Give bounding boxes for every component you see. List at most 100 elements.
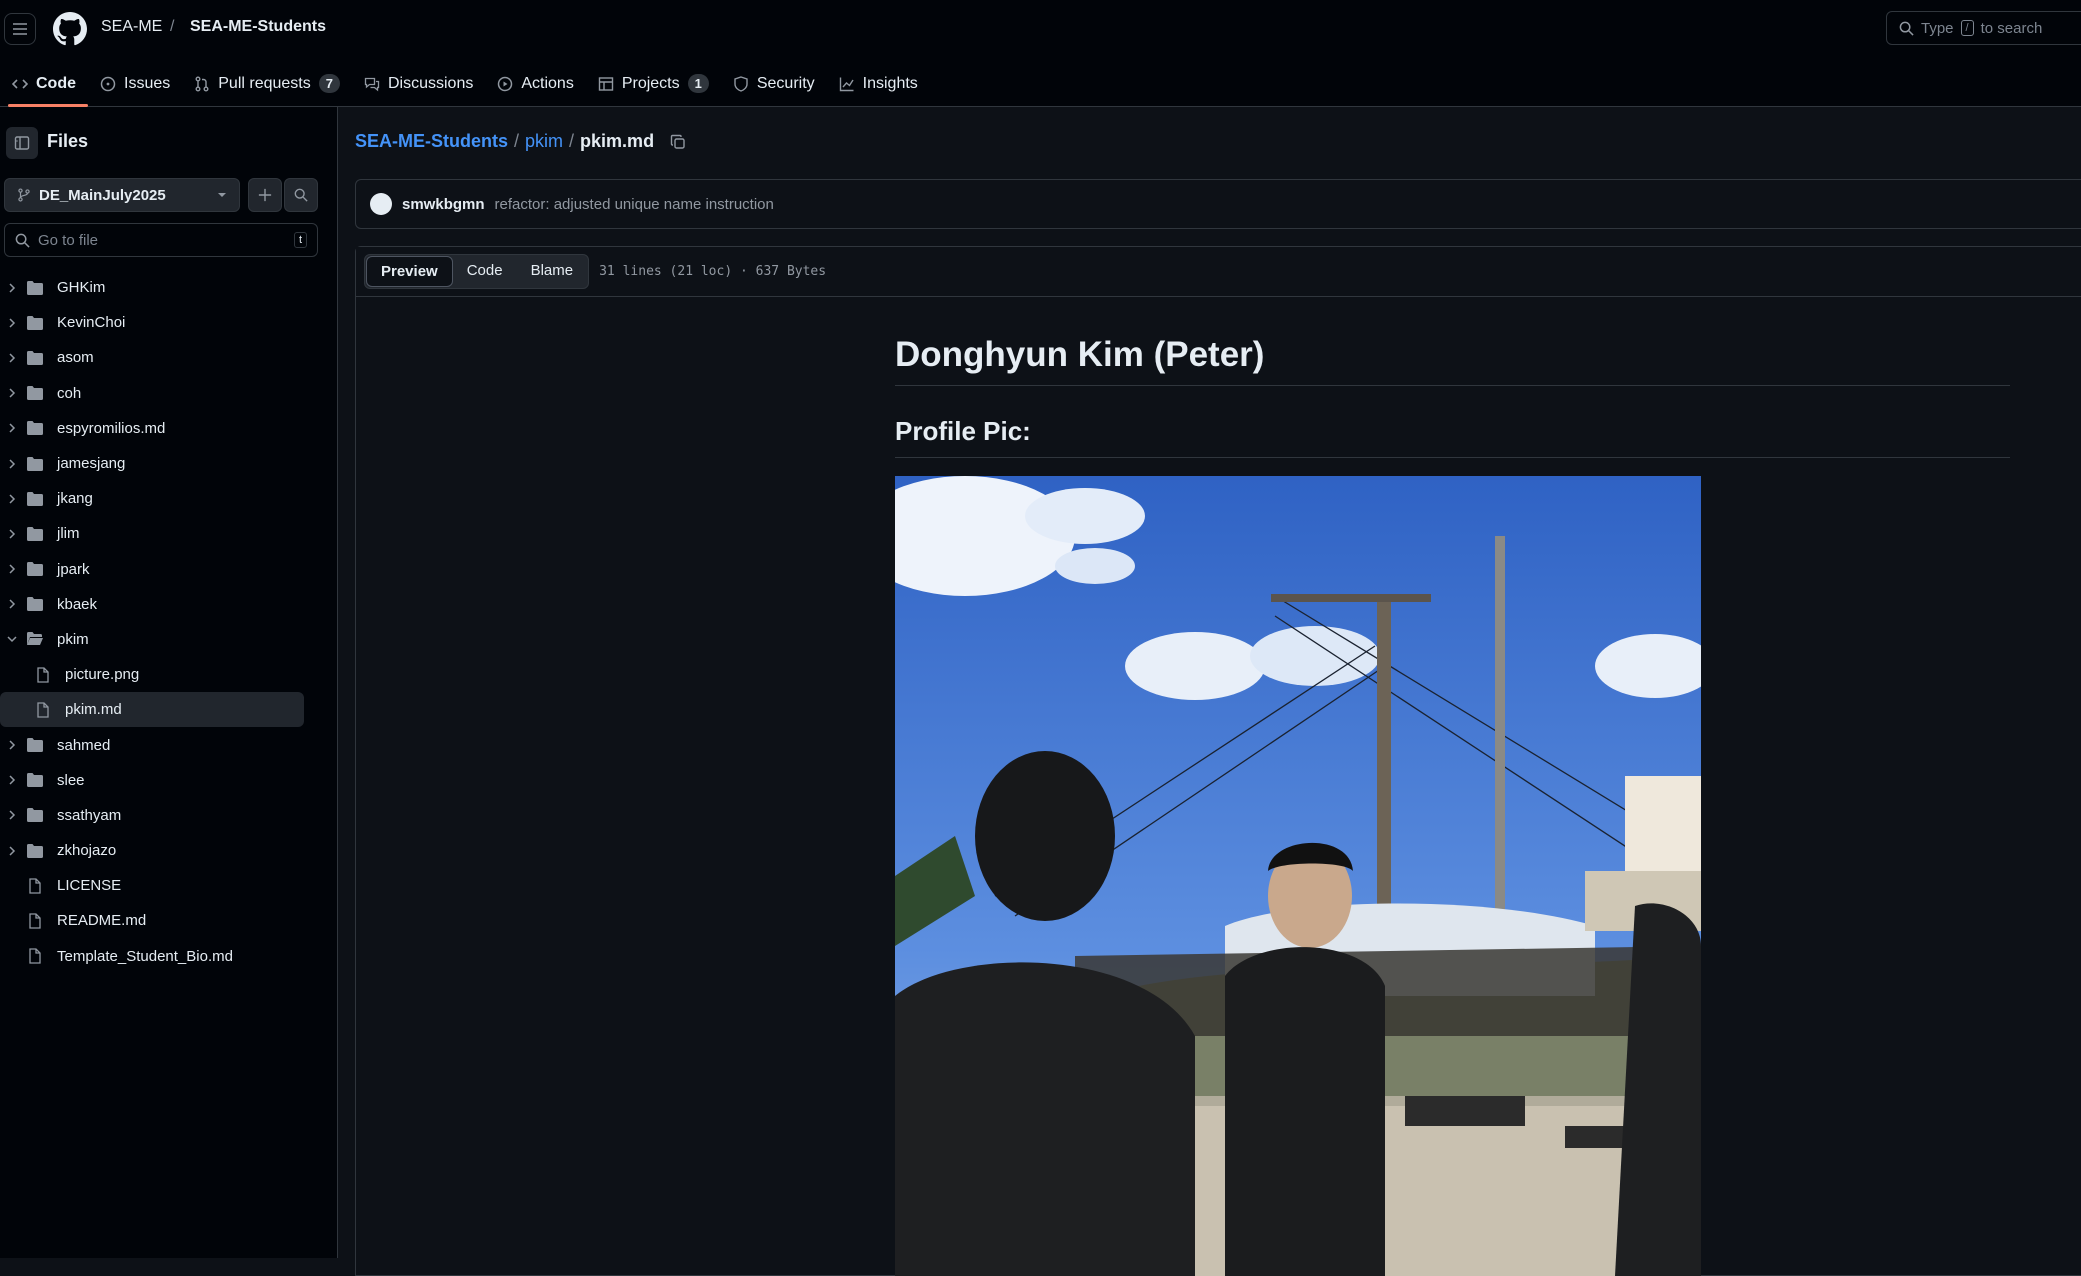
tree-item-kbaek[interactable]: kbaek [0,587,320,622]
code-icon [12,76,28,92]
commit-author[interactable]: smwkbgmn [402,196,485,213]
folder-icon [24,737,46,753]
repo-link[interactable]: SEA-ME-Students [190,18,326,36]
path-dir-link[interactable]: pkim [525,131,563,152]
tab-issues[interactable]: Issues [88,60,182,107]
tree-item-label: jlim [57,525,80,543]
chevron-right-icon[interactable] [0,387,24,399]
tree-item-pkim[interactable]: pkim [0,622,320,657]
tree-item-jlim[interactable]: jlim [0,516,320,551]
tree-item-coh[interactable]: coh [0,376,320,411]
tree-item-label: zkhojazo [57,842,117,860]
tree-item-kevinchoi[interactable]: KevinChoi [0,305,320,340]
tree-item-sahmed[interactable]: sahmed [0,727,320,762]
profile-picture-image [895,476,1701,1276]
go-to-file-input[interactable]: Go to file t [4,223,318,257]
search-shortcut-key: / [1960,20,1974,36]
chevron-right-icon[interactable] [0,739,24,751]
chevron-down-icon[interactable] [0,633,24,645]
file-tree: GHKim KevinChoi asom coh espyromilios.md jame… [0,270,320,974]
tree-item-jpark[interactable]: jpark [0,552,320,587]
file-icon [24,913,46,929]
chevron-right-icon[interactable] [0,563,24,575]
tree-item-label: pkim [57,630,89,648]
file-meta: 31 lines (21 loc) · 637 Bytes [599,264,827,279]
github-logo-icon[interactable] [53,12,87,46]
issue-icon [100,76,116,92]
chevron-right-icon[interactable] [0,528,24,540]
chevron-right-icon[interactable] [0,493,24,505]
tree-item-label: jkang [57,490,93,508]
tree-item-jamesjang[interactable]: jamesjang [0,446,320,481]
search-files-button[interactable] [284,178,318,212]
pull-request-icon [194,76,210,92]
tree-item-label: coh [57,384,82,402]
search-icon [1899,21,1914,36]
tab-security[interactable]: Security [721,60,827,107]
tree-item-ssathyam[interactable]: ssathyam [0,798,320,833]
owner-link[interactable]: SEA-ME [101,18,162,36]
chevron-right-icon[interactable] [0,282,24,294]
tab-actions[interactable]: Actions [485,60,585,107]
shield-icon [733,75,749,92]
tab-projects[interactable]: Projects 1 [586,60,721,107]
chevron-right-icon[interactable] [0,809,24,821]
tab-code[interactable]: Code [0,60,88,107]
folder-icon [24,772,46,788]
add-file-button[interactable] [248,178,282,212]
tree-item-ghkim[interactable]: GHKim [0,270,320,305]
chevron-right-icon[interactable] [0,422,24,434]
sidebar-collapse-icon[interactable] [6,127,38,159]
branch-selector[interactable]: DE_MainJuly2025 [4,178,240,212]
file-icon [32,667,54,683]
tree-item-readme-md[interactable]: README.md [0,903,320,938]
code-button[interactable]: Code [453,256,517,287]
tree-item-template-student-bio-md[interactable]: Template_Student_Bio.md [0,939,320,974]
folder-icon [24,561,46,577]
chevron-right-icon[interactable] [0,774,24,786]
chevron-right-icon[interactable] [0,458,24,470]
tab-label: Discussions [387,74,474,92]
tree-item-license[interactable]: LICENSE [0,868,320,903]
files-title: Files [47,131,89,151]
chevron-right-icon[interactable] [0,845,24,857]
plus-icon [258,188,272,202]
path-separator: / [514,131,520,151]
tree-item-label: KevinChoi [57,314,126,332]
path-repo-link[interactable]: SEA-ME-Students [355,131,508,152]
folder-icon [24,280,46,296]
tree-item-picture-png[interactable]: picture.png [0,657,320,692]
folder-icon [24,491,46,507]
tree-item-label: README.md [57,912,147,930]
viewer-toolbar: Preview Code Blame 31 lines (21 loc) · 6… [356,247,2081,297]
tab-pull-requests[interactable]: Pull requests 7 [182,60,352,107]
tree-item-espyromilios-md[interactable]: espyromilios.md [0,411,320,446]
tab-discussions[interactable]: Discussions [352,60,485,107]
tab-insights[interactable]: Insights [827,60,930,107]
tree-item-jkang[interactable]: jkang [0,481,320,516]
markdown-body: Donghyun Kim (Peter) Profile Pic: [895,327,2010,1276]
branch-icon [17,188,31,202]
tree-item-slee[interactable]: slee [0,763,320,798]
tree-item-label: jpark [57,560,90,578]
copy-path-icon[interactable] [670,134,686,150]
tree-item-asom[interactable]: asom [0,340,320,375]
folder-icon [24,456,46,472]
folder-icon [24,526,46,542]
blame-button[interactable]: Blame [517,256,588,287]
preview-button[interactable]: Preview [366,256,453,287]
chevron-right-icon[interactable] [0,598,24,610]
search-prefix: Type [1921,19,1954,37]
chevron-right-icon[interactable] [0,317,24,329]
tree-item-zkhojazo[interactable]: zkhojazo [0,833,320,868]
folder-icon [24,420,46,436]
folder-icon [24,315,46,331]
commit-message[interactable]: refactor: adjusted unique name instructi… [495,196,774,213]
markdown-heading-2: Profile Pic: [895,416,2010,458]
hamburger-menu-icon[interactable] [4,13,36,45]
tree-item-pkim-md[interactable]: pkim.md [0,692,304,728]
search-input[interactable]: Type / to search [1886,11,2081,45]
search-icon [294,188,308,202]
chevron-right-icon[interactable] [0,352,24,364]
avatar[interactable] [370,193,392,215]
